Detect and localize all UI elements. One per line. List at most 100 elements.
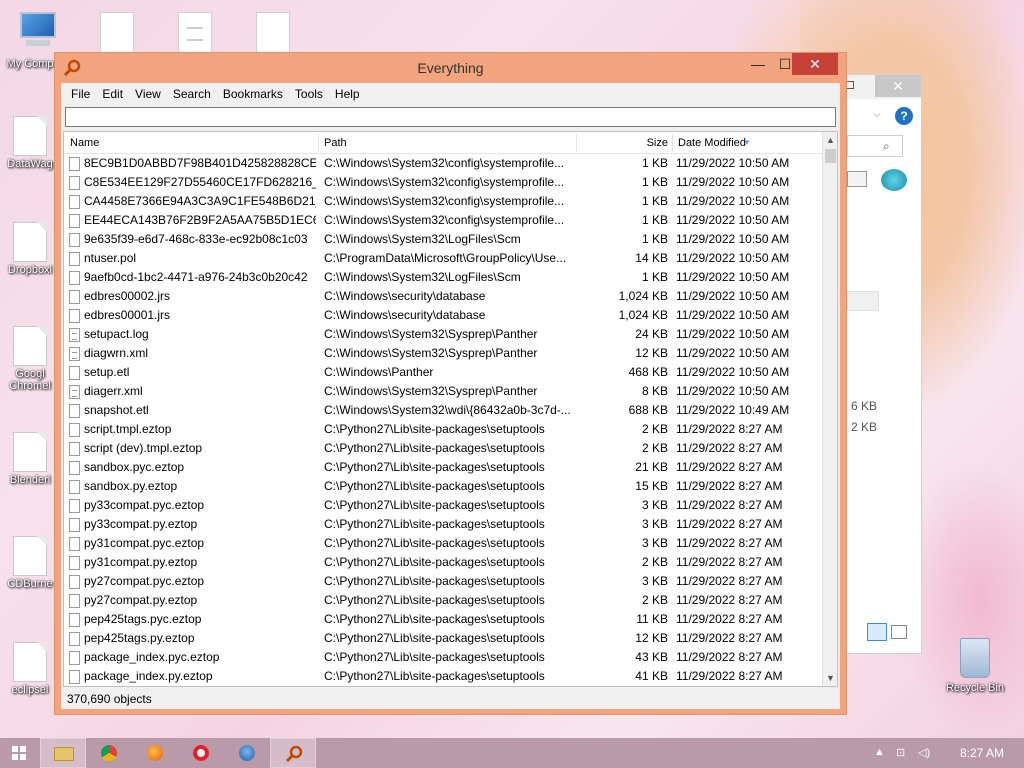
network-icon[interactable]: ⊡ [896,746,910,760]
desktop-icon-eclipse[interactable]: eclipsel [0,642,60,696]
taskbar-thunderbird[interactable] [224,738,270,768]
close-button[interactable]: ✕ [792,53,838,75]
table-row[interactable]: edbres00001.jrs C:\Windows\security\datab… [64,306,824,325]
file-size: 2 KB [641,593,668,607]
everything-window[interactable]: Everything — ☐ ✕ File Edit View Search B… [54,52,847,715]
desktop-file-icon[interactable] [178,12,212,54]
firefox-icon [147,745,163,761]
clock[interactable]: 8:27 AM [960,746,1004,760]
help-icon[interactable]: ? [895,107,913,125]
file-icon [69,366,80,380]
table-row[interactable]: py27compat.pyc.eztop C:\Python27\Lib\site… [64,572,824,591]
table-row[interactable]: script.tmpl.eztop C:\Python27\Lib\site-pa… [64,420,824,439]
search-box[interactable] [65,107,836,127]
maximize-icon[interactable]: ☐ [845,79,859,93]
chevron-down-icon[interactable]: ⌵ [873,109,881,120]
table-row[interactable]: py31compat.py.eztop C:\Python27\Lib\site-… [64,553,824,572]
menu-bookmarks[interactable]: Bookmarks [217,87,289,101]
file-path: C:\Python27\Lib\site-packages\setuptools [324,441,545,455]
column-path[interactable]: Path [324,132,347,154]
scroll-down-icon[interactable]: ▼ [823,670,837,686]
globe-icon[interactable] [881,169,907,191]
table-row[interactable]: 9aefb0cd-1bc2-4471-a976-24b3c0b20c42 C:\W… [64,268,824,287]
desktop-file-icon[interactable] [100,12,134,54]
menu-file[interactable]: File [65,87,96,101]
column-name[interactable]: Name [70,132,99,154]
desktop-icon-google-chrome[interactable]: Googl Chromel [0,326,60,392]
title-bar[interactable]: Everything — ☐ ✕ [55,53,846,83]
menu-help[interactable]: Help [329,87,366,101]
taskbar-everything[interactable] [270,738,316,768]
table-row[interactable]: script (dev).tmpl.eztop C:\Python27\Lib\s… [64,439,824,458]
scroll-thumb[interactable] [825,149,836,163]
file-date-modified: 11/29/2022 10:50 AM [676,175,790,189]
taskbar-file-explorer[interactable] [40,738,86,768]
menu-tools[interactable]: Tools [289,87,329,101]
details-view-icon[interactable] [867,623,887,641]
menu-edit[interactable]: Edit [96,87,129,101]
table-row[interactable]: snapshot.etl C:\Windows\System32\wdi\{864… [64,401,824,420]
file-size: 8 KB [641,384,668,398]
desktop-icon-label: Recycle Bin [945,682,1005,694]
column-size[interactable]: Size [576,132,668,154]
file-name: 8EC9B1D0ABBD7F98B401D425828828CE_4... [84,156,316,170]
opera-icon [193,745,209,761]
table-row[interactable]: diagwrn.xml C:\Windows\System32\Sysprep\P… [64,344,824,363]
table-row[interactable]: C8E534EE129F27D55460CE17FD628216_113... C… [64,173,824,192]
results-list[interactable]: Name Path Size Date Modified ▼ 8EC9B1D0A… [63,131,838,687]
table-row[interactable]: py33compat.pyc.eztop C:\Python27\Lib\site… [64,496,824,515]
table-row[interactable]: setupact.log C:\Windows\System32\Sysprep\… [64,325,824,344]
desktop-icon-recycle-bin[interactable]: Recycle Bin [944,638,1006,694]
close-button[interactable]: ✕ [875,75,921,97]
desktop-file-icon[interactable] [256,12,290,54]
my-computer-icon[interactable] [16,10,60,50]
background-explorer-window[interactable]: ☐ ✕ ⌵ ? ⌕ 6 KB 2 KB [840,74,922,654]
selected-row[interactable] [847,291,879,311]
taskbar-chrome[interactable] [86,738,132,768]
table-row[interactable]: pep425tags.pyc.eztop C:\Python27\Lib\site… [64,610,824,629]
table-row[interactable]: diagerr.xml C:\Windows\System32\Sysprep\P… [64,382,824,401]
table-row[interactable]: py31compat.pyc.eztop C:\Python27\Lib\site… [64,534,824,553]
scroll-up-icon[interactable]: ▲ [823,132,837,148]
volume-icon[interactable]: ◁) [918,746,932,760]
table-row[interactable]: pep425tags.py.eztop C:\Python27\Lib\site-… [64,629,824,648]
search-input[interactable] [70,108,835,126]
taskbar-firefox[interactable] [132,738,178,768]
table-row[interactable]: 9e635f39-e6d7-468c-833e-ec92b08c1c03 C:\W… [64,230,824,249]
menu-view[interactable]: View [129,87,167,101]
view-icon[interactable] [847,171,867,187]
show-hidden-icons-icon[interactable]: ▲ [874,746,888,760]
table-row[interactable]: ntuser.pol C:\ProgramData\Microsoft\Group… [64,249,824,268]
table-row[interactable]: package_index.pyc.eztop C:\Python27\Lib\s… [64,648,824,667]
desktop-icon-blender[interactable]: Blenderl [0,432,60,486]
table-row[interactable]: sandbox.py.eztop C:\Python27\Lib\site-pac… [64,477,824,496]
table-row[interactable]: py27compat.py.eztop C:\Python27\Lib\site-… [64,591,824,610]
file-name: package_index.pyc.eztop [84,650,220,664]
table-row[interactable]: EE44ECA143B76F2B9F2A5AA75B5D1EC6_8... C:\… [64,211,824,230]
file-date-modified: 11/29/2022 10:49 AM [676,403,790,417]
table-row[interactable]: CA4458E7366E94A3C3A9C1FE548B6D21_8... C:\… [64,192,824,211]
file-date-modified: 11/29/2022 8:27 AM [676,460,783,474]
menu-search[interactable]: Search [167,87,217,101]
desktop-icon-dropbox[interactable]: Dropboxl [0,222,60,276]
thunderbird-icon [239,745,255,761]
table-row[interactable]: package_index.py.eztop C:\Python27\Lib\si… [64,667,824,686]
column-date-modified[interactable]: Date Modified [678,132,746,154]
desktop-icon-datawag[interactable]: DataWag [0,116,60,170]
vertical-scrollbar[interactable]: ▲ ▼ [822,132,837,686]
minimize-button[interactable]: — [744,53,772,75]
large-icons-view-icon[interactable] [891,625,907,639]
search-box[interactable] [847,135,903,157]
table-row[interactable]: py33compat.py.eztop C:\Python27\Lib\site-… [64,515,824,534]
table-row[interactable]: sandbox.pyc.eztop C:\Python27\Lib\site-pa… [64,458,824,477]
file-size: 21 KB [635,460,668,474]
table-row[interactable]: 8EC9B1D0ABBD7F98B401D425828828CE_4... C:\… [64,154,824,173]
table-row[interactable]: setup.etl C:\Windows\Panther 468 KB 11/29/2… [64,363,824,382]
maximize-button[interactable]: ☐ [778,53,792,75]
desktop-icon-cdburner[interactable]: CDBurne [0,536,60,590]
file-date-modified: 11/29/2022 8:27 AM [676,422,783,436]
table-row[interactable]: edbres00002.jrs C:\Windows\security\datab… [64,287,824,306]
desktop-icon-my-computer[interactable]: My Comp [0,58,60,70]
desktop-icon-label: Blenderl [9,474,51,486]
taskbar-opera[interactable] [178,738,224,768]
